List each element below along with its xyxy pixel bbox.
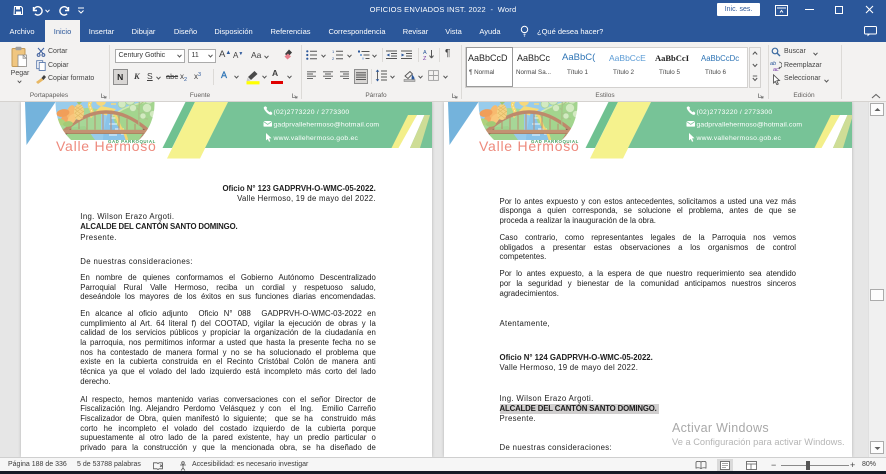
svg-text:Z: Z bbox=[423, 56, 427, 60]
svg-text:1: 1 bbox=[332, 50, 335, 54]
svg-text:ac: ac bbox=[773, 67, 779, 71]
svg-text:2: 2 bbox=[332, 56, 335, 60]
